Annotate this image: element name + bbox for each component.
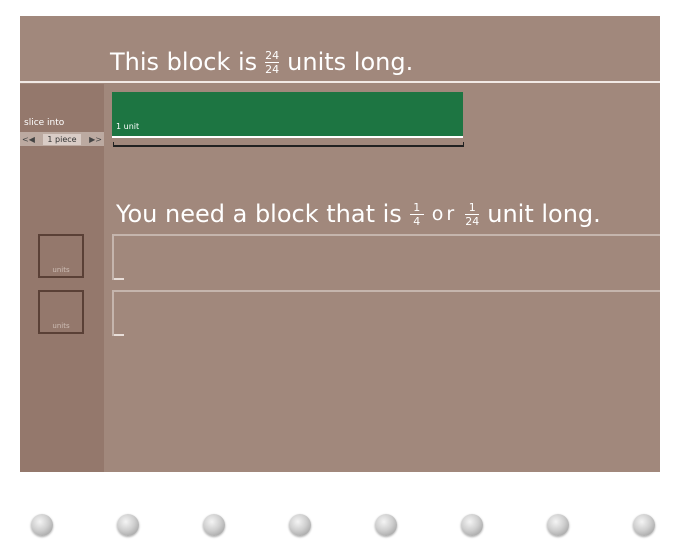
nav-dot[interactable] xyxy=(31,514,53,536)
green-block[interactable]: 1 unit xyxy=(112,92,463,136)
divider-line xyxy=(20,81,660,83)
stepper-left-arrow-icon[interactable]: <◀ xyxy=(22,135,35,144)
length-ruler xyxy=(113,142,464,147)
heading-fraction: 24 24 xyxy=(265,48,280,76)
fraction-numerator: 1 xyxy=(468,200,476,214)
fraction-denominator: 24 xyxy=(465,214,480,228)
unit-box-label: units xyxy=(52,266,70,274)
unit-box[interactable]: units xyxy=(38,290,84,334)
fraction-denominator: 24 xyxy=(265,62,280,76)
heading-prefix: This block is xyxy=(110,48,258,76)
fraction-numerator: 1 xyxy=(413,200,421,214)
slice-into-label: slice into xyxy=(24,118,65,128)
nav-dot[interactable] xyxy=(633,514,655,536)
navigation-dots xyxy=(0,514,680,538)
nav-dot[interactable] xyxy=(289,514,311,536)
prompt-connector: or xyxy=(431,203,458,225)
activity-panel: This block is 24 24 units long. 1 unit s… xyxy=(20,16,660,472)
block-length-heading: This block is 24 24 units long. xyxy=(110,48,413,76)
prompt-fraction-b: 1 24 xyxy=(465,200,480,228)
slice-stepper: <◀ 1 piece ▶> xyxy=(20,132,104,146)
prompt-fraction-a: 1 4 xyxy=(409,200,424,228)
unit-box-label: units xyxy=(52,322,70,330)
prompt-prefix: You need a block that is xyxy=(116,200,402,228)
drop-slot[interactable] xyxy=(112,290,660,336)
nav-dot[interactable] xyxy=(461,514,483,536)
nav-dot[interactable] xyxy=(375,514,397,536)
block-base-line xyxy=(112,136,463,138)
heading-suffix: units long. xyxy=(287,48,414,76)
unit-box[interactable]: units xyxy=(38,234,84,278)
block-label: 1 unit xyxy=(116,122,140,131)
fraction-numerator: 24 xyxy=(265,48,280,62)
nav-dot[interactable] xyxy=(203,514,225,536)
stepper-value: 1 piece xyxy=(43,133,81,145)
nav-dot[interactable] xyxy=(547,514,569,536)
fraction-denominator: 4 xyxy=(413,214,421,228)
stepper-right-arrow-icon[interactable]: ▶> xyxy=(89,135,102,144)
target-length-prompt: You need a block that is 1 4 or 1 24 uni… xyxy=(116,200,601,228)
drop-slot[interactable] xyxy=(112,234,660,280)
prompt-suffix: unit long. xyxy=(487,200,601,228)
nav-dot[interactable] xyxy=(117,514,139,536)
